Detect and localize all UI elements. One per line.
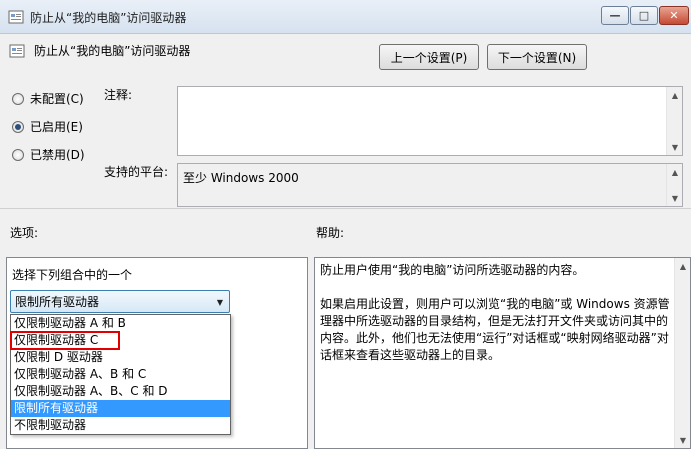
setting-title: 防止从“我的电脑”访问驱动器 (34, 44, 191, 58)
drive-restriction-select[interactable]: 限制所有驱动器 ▼ (10, 290, 230, 313)
help-paragraph: 如果启用此设置，则用户可以浏览“我的电脑”或 Windows 资源管理器中所选驱… (320, 297, 670, 362)
dropdown-option[interactable]: 仅限制驱动器 C (10, 331, 120, 350)
chevron-down-icon[interactable]: ▼ (217, 298, 223, 307)
scroll-down-icon[interactable]: ▼ (675, 432, 691, 448)
title-bar: 防止从“我的电脑”访问驱动器 — □ ✕ (0, 0, 691, 34)
radio-enabled[interactable]: 已启用(E) (12, 118, 83, 135)
options-label: 选项: (10, 226, 39, 240)
drive-restriction-dropdown-list: 仅限制驱动器 A 和 B 仅限制驱动器 C 仅限制 D 驱动器 仅限制驱动器 A… (10, 314, 231, 435)
maximize-icon: □ (638, 9, 650, 22)
dropdown-option[interactable]: 限制所有驱动器 (11, 400, 230, 417)
radio-label: 未配置(C) (30, 92, 84, 106)
dropdown-option[interactable]: 仅限制驱动器 A、B 和 C (11, 366, 230, 383)
supported-platform-label: 支持的平台: (104, 165, 169, 179)
options-prompt: 选择下列组合中的一个 (12, 268, 133, 282)
dropdown-option[interactable]: 仅限制 D 驱动器 (11, 349, 230, 366)
scroll-down-icon[interactable]: ▼ (667, 190, 683, 206)
select-value: 限制所有驱动器 (15, 295, 100, 309)
radio-button[interactable] (12, 92, 24, 105)
scroll-up-icon[interactable]: ▲ (667, 164, 683, 180)
previous-setting-button[interactable]: 上一个设置(P) (379, 44, 479, 70)
supported-platform-field: 至少 Windows 2000 ▲ ▼ (177, 163, 683, 207)
dropdown-option[interactable]: 不限制驱动器 (11, 417, 230, 434)
scroll-up-icon[interactable]: ▲ (675, 258, 691, 274)
help-label: 帮助: (316, 226, 345, 240)
radio-button[interactable] (12, 120, 24, 133)
maximize-button[interactable]: □ (630, 6, 658, 25)
minimize-icon: — (609, 9, 621, 22)
comment-textarea[interactable]: ▲ ▼ (177, 86, 683, 156)
supported-platform-value: 至少 Windows 2000 (183, 171, 299, 185)
policy-setting-icon (9, 44, 25, 58)
comment-scrollbar[interactable]: ▲ ▼ (666, 87, 682, 155)
help-paragraph: 防止用户使用“我的电脑”访问所选驱动器的内容。 (320, 263, 585, 277)
radio-label: 已禁用(D) (30, 148, 85, 162)
radio-disabled[interactable]: 已禁用(D) (12, 146, 85, 163)
close-button[interactable]: ✕ (659, 6, 689, 25)
help-panel: 防止用户使用“我的电脑”访问所选驱动器的内容。 如果启用此设置，则用户可以浏览“… (314, 257, 691, 449)
comment-label: 注释: (104, 88, 133, 102)
window-title: 防止从“我的电脑”访问驱动器 (30, 11, 187, 25)
minimize-button[interactable]: — (601, 6, 629, 25)
scroll-up-icon[interactable]: ▲ (667, 87, 683, 103)
next-setting-button[interactable]: 下一个设置(N) (487, 44, 587, 70)
close-icon: ✕ (669, 9, 679, 22)
section-divider (0, 208, 691, 209)
platform-scrollbar[interactable]: ▲ ▼ (666, 164, 682, 206)
radio-button[interactable] (12, 148, 24, 161)
scroll-down-icon[interactable]: ▼ (667, 139, 683, 155)
help-text: 防止用户使用“我的电脑”访问所选驱动器的内容。 如果启用此设置，则用户可以浏览“… (320, 262, 670, 381)
dropdown-option[interactable]: 仅限制驱动器 A 和 B (11, 315, 230, 332)
radio-label: 已启用(E) (30, 120, 83, 134)
policy-setting-icon (8, 10, 24, 24)
dropdown-option[interactable]: 仅限制驱动器 A、B、C 和 D (11, 383, 230, 400)
help-scrollbar[interactable]: ▲ ▼ (674, 258, 690, 448)
radio-not-configured[interactable]: 未配置(C) (12, 90, 84, 107)
